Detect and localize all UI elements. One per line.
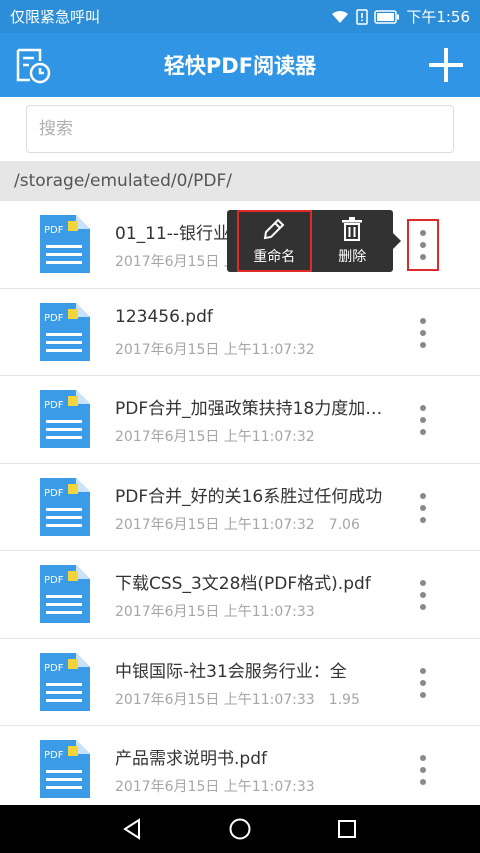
pencil-icon (264, 218, 285, 240)
file-date: 2017年6月15日 上午11:07:33 (115, 691, 315, 708)
status-bar: 仅限紧急呼叫 下午1:56 (0, 0, 480, 33)
pdf-file-icon: PDF (40, 215, 90, 273)
file-meta: 2017年6月15日 上午11:07:33 1.95 (115, 689, 405, 709)
back-button[interactable] (113, 809, 153, 849)
svg-text:PDF: PDF (44, 225, 64, 236)
file-row[interactable]: PDF 产品需求说明书.pdf 2017年6月15日 上午11:07:33 (0, 726, 480, 805)
more-options-button[interactable] (407, 394, 439, 446)
rename-button[interactable]: 重命名 (237, 210, 312, 272)
navigation-bar (0, 805, 480, 853)
add-button[interactable] (424, 43, 468, 87)
file-date: 2017年6月15日 上午11:07:32 (115, 341, 315, 358)
file-size: 1.95 (328, 691, 360, 708)
carrier-text: 仅限紧急呼叫 (10, 8, 101, 26)
file-row[interactable]: PDF 123456.pdf 2017年6月15日 上午11:07:32 (0, 288, 480, 376)
sim-alert-icon (356, 8, 369, 25)
file-meta: 2017年6月15日 上午11:07:32 (115, 426, 405, 446)
search-bar (0, 97, 480, 161)
more-options-button[interactable] (407, 657, 439, 709)
delete-label: 删除 (338, 249, 367, 265)
add-icon (429, 48, 463, 82)
pdf-file-icon: PDF (40, 565, 90, 623)
file-date: 2017年6月15日 上午11:07:32 (115, 516, 315, 533)
recents-button[interactable] (327, 809, 367, 849)
more-options-button[interactable] (407, 569, 439, 621)
history-icon (16, 48, 51, 84)
file-name: 产品需求说明书.pdf (115, 749, 267, 769)
battery-icon (374, 9, 400, 24)
svg-text:PDF: PDF (44, 488, 64, 499)
rename-label: 重命名 (253, 249, 296, 265)
svg-text:PDF: PDF (44, 575, 64, 586)
svg-text:PDF: PDF (44, 750, 64, 761)
file-name: PDF合并_加强政策扶持18力度加快发展 (115, 399, 385, 419)
more-vert-icon (420, 405, 426, 411)
file-row[interactable]: PDF 下载CSS_3文28档(PDF格式).pdf 2017年6月15日 上午11… (0, 551, 480, 639)
pdf-file-icon: PDF (40, 302, 90, 361)
file-meta: 2017年6月15日 上午11:07:33 (115, 776, 405, 796)
file-action-popup: 重命名 删除 (227, 210, 401, 272)
more-options-button[interactable] (407, 482, 439, 534)
more-options-button[interactable] (407, 307, 439, 359)
pdf-file-icon: PDF (40, 477, 90, 536)
pdf-file-icon: PDF (40, 652, 90, 711)
status-icons: 下午1:56 (330, 6, 470, 27)
more-vert-icon (420, 317, 426, 324)
file-row[interactable]: PDF PDF合并_加强政策扶持18力度加快发展 2017年6月15日 上午11:0… (0, 376, 480, 464)
file-date: 2017年6月15日 上午11:07:32 (115, 429, 315, 445)
more-vert-icon (420, 755, 426, 761)
home-icon (229, 818, 251, 840)
svg-text:PDF: PDF (44, 400, 64, 411)
trash-icon (342, 217, 363, 241)
svg-text:PDF: PDF (44, 663, 64, 674)
app-bar: 轻快PDF阅读器 (0, 33, 480, 97)
pdf-file-icon: PDF (40, 390, 90, 448)
file-list: PDF01_11--银行业务与信息化系统2017年6月15日 上午11:07:3… (0, 201, 480, 805)
recents-icon (337, 820, 356, 838)
delete-button[interactable]: 删除 (312, 210, 393, 272)
file-meta: 2017年6月15日 上午11:07:32 (115, 339, 405, 359)
current-path: /storage/emulated/0/PDF/ (0, 161, 480, 201)
more-vert-icon (420, 492, 426, 499)
file-meta: 2017年6月15日 上午11:07:33 (115, 601, 405, 621)
file-meta: 2017年6月15日 上午11:07:32 7.06 (115, 514, 405, 534)
clock-text: 下午1:56 (406, 8, 470, 26)
more-options-button[interactable] (407, 744, 439, 796)
search-input[interactable] (26, 105, 454, 153)
file-size: 7.06 (328, 516, 360, 533)
back-icon (123, 818, 141, 840)
file-name: 123456.pdf (115, 306, 213, 327)
file-date: 2017年6月15日 上午11:07:33 (115, 779, 315, 795)
file-name: 中银国际-社31会服务行业：全 (115, 661, 347, 682)
more-vert-icon (420, 580, 426, 586)
more-vert-icon (420, 667, 426, 674)
file-name: 下载CSS_3文28档(PDF格式).pdf (115, 574, 371, 594)
app-title: 轻快PDF阅读器 (163, 54, 317, 78)
file-name: PDF合并_好的关16系胜过任何成功 (115, 486, 383, 507)
wifi-icon (332, 10, 349, 23)
file-row[interactable]: PDF PDF合并_好的关16系胜过任何成功 2017年6月15日 上午11:07:… (0, 463, 480, 551)
more-vert-icon (420, 230, 426, 236)
more-options-button[interactable] (407, 219, 439, 271)
file-row[interactable]: PDF 中银国际-社31会服务行业：全 2017年6月15日 上午11:07:33 1… (0, 638, 480, 726)
home-button[interactable] (220, 809, 260, 849)
pdf-file-icon: PDF (40, 740, 90, 798)
svg-text:PDF: PDF (44, 313, 64, 324)
history-button[interactable] (10, 43, 54, 87)
file-date: 2017年6月15日 上午11:07:33 (115, 604, 315, 620)
